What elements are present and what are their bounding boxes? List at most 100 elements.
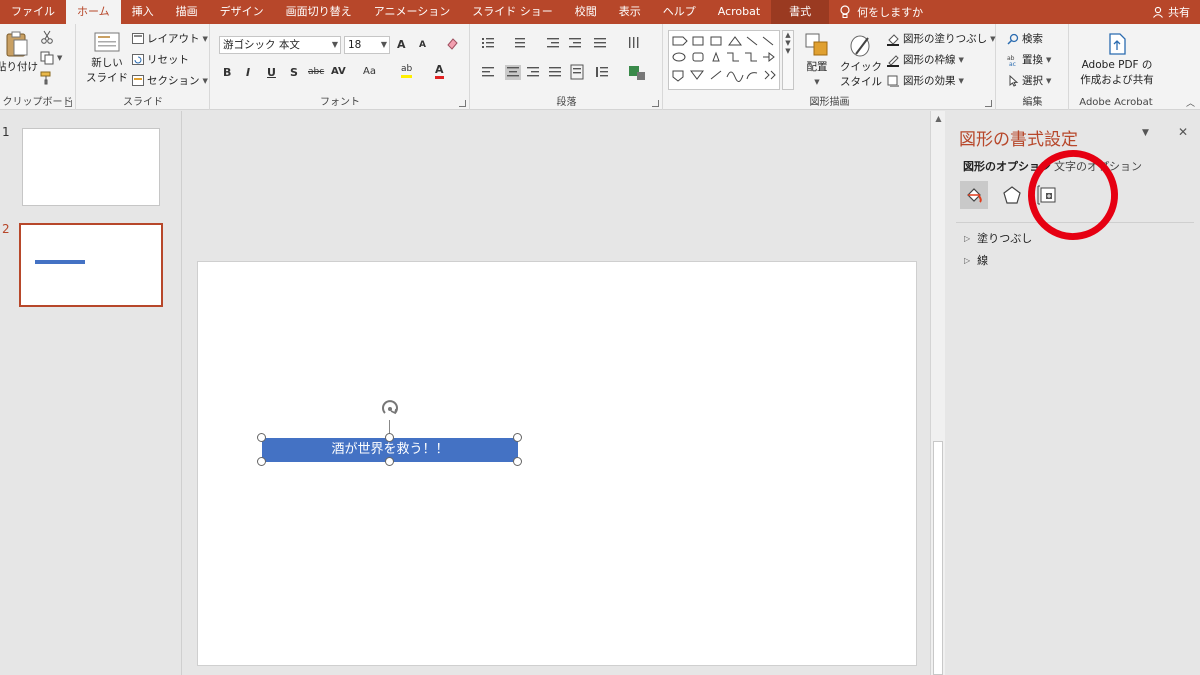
tab-home[interactable]: ホーム bbox=[66, 0, 121, 24]
tab-view[interactable]: 表示 bbox=[608, 0, 652, 24]
char-spacing-button[interactable]: AV bbox=[331, 66, 346, 77]
group-slides: 新しい スライド レイアウト ▼ リセット セクション ▼ スライド bbox=[77, 24, 210, 110]
share-label: 共有 bbox=[1168, 6, 1190, 19]
slide-thumbnails-pane: 1 2 bbox=[0, 111, 182, 675]
share-button[interactable]: 共有 bbox=[1152, 0, 1190, 24]
resize-handle-top-right[interactable] bbox=[513, 433, 522, 442]
italic-button[interactable]: I bbox=[246, 66, 250, 79]
slide-thumbnail-2[interactable] bbox=[19, 223, 163, 307]
shape-fill-label: 図形の塗りつぶし bbox=[903, 33, 988, 45]
bold-button[interactable]: B bbox=[223, 66, 231, 79]
editor-scrollbar[interactable]: ▲ bbox=[930, 111, 945, 675]
pane-options-caret[interactable]: ▼ bbox=[1142, 128, 1149, 138]
paragraph-icons[interactable] bbox=[479, 34, 657, 90]
tell-me-box[interactable]: 何をしますか bbox=[829, 4, 933, 20]
cursor-icon bbox=[1009, 74, 1019, 87]
slides-group-label: スライド bbox=[123, 97, 163, 108]
shape-effects-button[interactable]: 図形の効果 ▼ bbox=[886, 73, 964, 88]
new-slide-button[interactable]: 新しい スライド bbox=[85, 30, 129, 84]
shadow-button[interactable]: S bbox=[290, 66, 298, 79]
strikethrough-button[interactable]: abc bbox=[308, 67, 324, 77]
pentagon-icon bbox=[1003, 186, 1021, 204]
pane-title: 図形の書式設定 bbox=[959, 130, 1078, 150]
eraser-icon bbox=[447, 38, 458, 50]
font-name-select[interactable]: 游ゴシック 本文 ▼ bbox=[219, 36, 341, 54]
grow-font-button[interactable]: A bbox=[397, 38, 406, 51]
font-launcher[interactable] bbox=[459, 100, 466, 107]
arrange-button[interactable]: 配置 ▼ bbox=[800, 32, 834, 88]
section-button[interactable]: セクション ▼ bbox=[132, 73, 208, 88]
slide-editor: 酒が世界を救う！！ bbox=[183, 111, 930, 675]
reset-button[interactable]: リセット bbox=[132, 52, 189, 67]
clear-format-button[interactable] bbox=[445, 36, 459, 50]
paragraph-launcher[interactable] bbox=[652, 100, 659, 107]
tab-insert[interactable]: 挿入 bbox=[121, 0, 165, 24]
resize-handle-bottom[interactable] bbox=[385, 457, 394, 466]
format-painter-button[interactable] bbox=[40, 71, 54, 85]
select-button[interactable]: 選択 ▼ bbox=[1007, 73, 1051, 88]
quick-styles-label-2: スタイル bbox=[840, 76, 882, 88]
editing-group-label: 編集 bbox=[1022, 97, 1043, 108]
layout-button[interactable]: レイアウト ▼ bbox=[132, 31, 208, 46]
resize-handle-bottom-left[interactable] bbox=[257, 457, 266, 466]
create-pdf-label-2: 作成および共有 bbox=[1080, 74, 1154, 86]
fill-section[interactable]: ▷ 塗りつぶし bbox=[964, 230, 1032, 246]
underline-button[interactable]: U bbox=[267, 66, 276, 79]
create-pdf-button[interactable]: Adobe PDF の 作成および共有 bbox=[1074, 32, 1160, 86]
create-pdf-label-1: Adobe PDF の bbox=[1081, 59, 1153, 71]
font-size-select[interactable]: 18 ▼ bbox=[344, 36, 390, 54]
shape-outline-button[interactable]: 図形の枠線 ▼ bbox=[886, 52, 964, 67]
clipboard-group-label: クリップボード bbox=[2, 97, 73, 108]
slide-canvas[interactable]: 酒が世界を救う！！ bbox=[197, 261, 917, 666]
fill-line-button[interactable] bbox=[960, 181, 988, 209]
tab-shape-options[interactable]: 図形のオプション bbox=[963, 158, 1051, 174]
close-icon[interactable]: ✕ bbox=[1178, 125, 1188, 139]
rotate-handle-icon[interactable] bbox=[379, 398, 401, 420]
shapes-gallery[interactable] bbox=[668, 30, 780, 90]
section-icon bbox=[132, 75, 144, 86]
shape-fill-button[interactable]: 図形の塗りつぶし ▼ bbox=[886, 31, 996, 46]
tab-format[interactable]: 書式 bbox=[771, 0, 830, 24]
effects-button[interactable] bbox=[998, 181, 1026, 209]
group-drawing: ▲ ▼ ▼ 配置 ▼ クイック スタイル 図形の塗りつぶし ▼ 図形の枠線 ▼ 図形の効… bbox=[664, 24, 996, 110]
paintbrush-icon bbox=[40, 71, 51, 85]
scroll-up-arrow[interactable]: ▲ bbox=[931, 111, 946, 126]
change-case-button[interactable]: Aa bbox=[363, 66, 376, 77]
slide-thumbnail-1[interactable] bbox=[22, 128, 160, 206]
tab-draw[interactable]: 描画 bbox=[165, 0, 209, 24]
resize-handle-top-left[interactable] bbox=[257, 433, 266, 442]
paste-button[interactable]: 貼り付け bbox=[0, 30, 38, 73]
thumbnail-shape bbox=[35, 260, 85, 264]
quick-styles-button[interactable]: クイック スタイル bbox=[840, 32, 882, 88]
clipboard-launcher[interactable] bbox=[65, 100, 72, 107]
shapes-gallery-scroll[interactable]: ▲ ▼ ▼ bbox=[782, 30, 794, 90]
tell-me-text: 何をしますか bbox=[857, 6, 924, 19]
scrollbar-thumb[interactable] bbox=[933, 441, 943, 675]
font-color-button[interactable]: A bbox=[435, 64, 444, 79]
line-section[interactable]: ▷ 線 bbox=[964, 252, 988, 268]
tab-slideshow[interactable]: スライド ショー bbox=[461, 0, 564, 24]
tab-help[interactable]: ヘルプ bbox=[652, 0, 707, 24]
find-button[interactable]: 検索 bbox=[1007, 31, 1043, 46]
tab-file[interactable]: ファイル bbox=[0, 0, 66, 24]
replace-button[interactable]: ab ac 置換 ▼ bbox=[1007, 52, 1051, 67]
copy-button[interactable]: ▼ bbox=[40, 51, 62, 65]
layout-label: レイアウト bbox=[147, 33, 200, 45]
size-properties-button[interactable] bbox=[1034, 181, 1062, 209]
resize-handle-top[interactable] bbox=[385, 433, 394, 442]
highlight-button[interactable]: ab bbox=[401, 64, 413, 78]
paint-bucket-icon bbox=[887, 33, 899, 46]
tab-review[interactable]: 校閲 bbox=[564, 0, 608, 24]
font-name-caret: ▼ bbox=[331, 40, 338, 49]
tab-text-options[interactable]: 文字のオプション bbox=[1054, 158, 1142, 174]
tab-transitions[interactable]: 画面切り替え bbox=[275, 0, 363, 24]
collapse-ribbon-button[interactable]: ︿ bbox=[1186, 96, 1195, 109]
cut-button[interactable] bbox=[40, 30, 54, 44]
resize-handle-bottom-right[interactable] bbox=[513, 457, 522, 466]
tab-acrobat[interactable]: Acrobat bbox=[707, 0, 771, 24]
tab-animations[interactable]: アニメーション bbox=[363, 0, 462, 24]
shrink-font-button[interactable]: A bbox=[419, 40, 426, 50]
tab-design[interactable]: デザイン bbox=[209, 0, 275, 24]
drawing-launcher[interactable] bbox=[985, 100, 992, 107]
shape-fill-caret: ▼ bbox=[990, 34, 996, 43]
